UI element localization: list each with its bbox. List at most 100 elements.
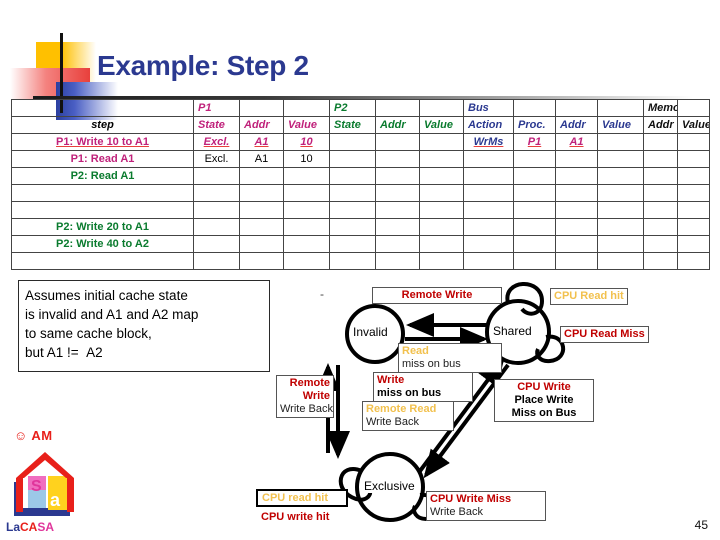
table-cell [375, 184, 420, 202]
table-cell [597, 184, 644, 202]
table-cell [193, 167, 240, 185]
table-row: P1: Write 10 to A1 Excl. A1 10 WrMs P1 A1 [11, 133, 710, 151]
table-cell: Excl. [193, 133, 240, 151]
table-cell [239, 167, 284, 185]
table-cell [329, 201, 376, 219]
table-cell [677, 133, 710, 151]
table-cell [283, 252, 330, 270]
table-cell: A1 [555, 133, 598, 151]
edge-label-write-miss-on-bus: Write miss on bus [373, 372, 473, 402]
column-header-value: Value [419, 116, 464, 134]
table-cell [375, 133, 420, 151]
table-cell [193, 184, 240, 202]
table-cell [677, 167, 710, 185]
table-cell [329, 218, 376, 236]
edge-label-cpu-write-miss-write-back: CPU Write Miss Write Back [426, 491, 546, 521]
edge-label-remote-write-top: Remote Write [372, 287, 502, 304]
edge-label-cpu-read-miss: CPU Read Miss [560, 326, 649, 343]
group-header-blank [555, 99, 598, 117]
table-cell [329, 133, 376, 151]
table-cell [375, 201, 420, 219]
table-cell [643, 252, 678, 270]
table-cell [419, 235, 464, 253]
table-cell-step: P2: Write 20 to A1 [11, 218, 194, 236]
table-cell [555, 201, 598, 219]
table-cell [239, 184, 284, 202]
table-cell: A1 [239, 133, 284, 151]
table-cell [463, 167, 514, 185]
table-cell [677, 252, 710, 270]
table-cell: P1 [513, 133, 556, 151]
table-cell [677, 235, 710, 253]
table-row: P1: Read A1 Excl. A1 10 [11, 150, 710, 168]
table-cell [463, 218, 514, 236]
table-cell [419, 252, 464, 270]
group-header-p2: P2 [329, 99, 376, 117]
table-cell [513, 184, 556, 202]
table-cell [329, 167, 376, 185]
assumption-line-4: but A1 != A2 [25, 345, 103, 360]
table-cell [463, 201, 514, 219]
table-cell [419, 133, 464, 151]
table-cell [513, 167, 556, 185]
table-cell [193, 252, 240, 270]
table-cell [283, 218, 330, 236]
page-number: 45 [694, 518, 708, 532]
table-cell [419, 167, 464, 185]
column-header-state: State [193, 116, 240, 134]
table-cell [677, 218, 710, 236]
table-cell [597, 167, 644, 185]
table-cell [597, 252, 644, 270]
state-label-shared: Shared [493, 324, 532, 338]
table-cell [329, 150, 376, 168]
edge-label-cpu-write-hit-exclusive: CPU write hit [261, 511, 330, 523]
column-header-action: Action [463, 116, 514, 134]
logo-lacasa-text: LaCASA [6, 520, 54, 534]
table-cell [643, 150, 678, 168]
table-cell [375, 218, 420, 236]
table-cell [597, 218, 644, 236]
assumption-line-2: is invalid and A1 and A2 map [25, 307, 199, 322]
table-cell [193, 218, 240, 236]
table-cell [513, 218, 556, 236]
table-cell [419, 184, 464, 202]
cache-coherence-state-diagram: - Invalid Shared Exclusive Remote Write … [250, 275, 720, 540]
table-cell: 10 [283, 150, 330, 168]
table-cell: 10 [283, 133, 330, 151]
state-label-exclusive: Exclusive [364, 479, 415, 493]
page-title: Example: Step 2 [97, 50, 309, 81]
table-cell-step: P2: Read A1 [11, 167, 194, 185]
table-row [11, 252, 710, 270]
table-group-header-row: P1 P2 Bus Memory [11, 99, 710, 117]
table-cell-step [11, 201, 194, 219]
table-cell [193, 201, 240, 219]
table-cell [555, 150, 598, 168]
lacasa-logo: ☺ AM S a LaCASA [6, 428, 96, 534]
table-cell [463, 252, 514, 270]
table-cell [555, 167, 598, 185]
logo-la: La [6, 520, 21, 534]
logo-sa: SA [37, 520, 55, 534]
table-cell [555, 235, 598, 253]
edge-label-cpu-read-hit: CPU Read hit [550, 288, 628, 305]
table-row [11, 201, 710, 219]
group-header-blank [419, 99, 464, 117]
table-cell-step: P2: Write 40 to A2 [11, 235, 194, 253]
assumption-note-box: Assumes initial cache state is invalid a… [18, 280, 270, 372]
table-cell [513, 150, 556, 168]
table-cell [677, 201, 710, 219]
table-cell [283, 235, 330, 253]
group-header-blank [513, 99, 556, 117]
edge-label-cpu-read-hit-exclusive: CPU read hit [256, 489, 348, 507]
edge-label-remote-write-back: Remote Write Write Back [276, 375, 334, 418]
group-header-blank [677, 99, 710, 117]
table-cell [283, 167, 330, 185]
table-row [11, 184, 710, 202]
state-label-invalid: Invalid [353, 325, 388, 339]
column-header-state: State [329, 116, 376, 134]
table-cell [643, 184, 678, 202]
column-header-addr: Addr [375, 116, 420, 134]
table-cell [597, 150, 644, 168]
table-cell [419, 218, 464, 236]
table-cell-step: P1: Write 10 to A1 [11, 133, 194, 151]
